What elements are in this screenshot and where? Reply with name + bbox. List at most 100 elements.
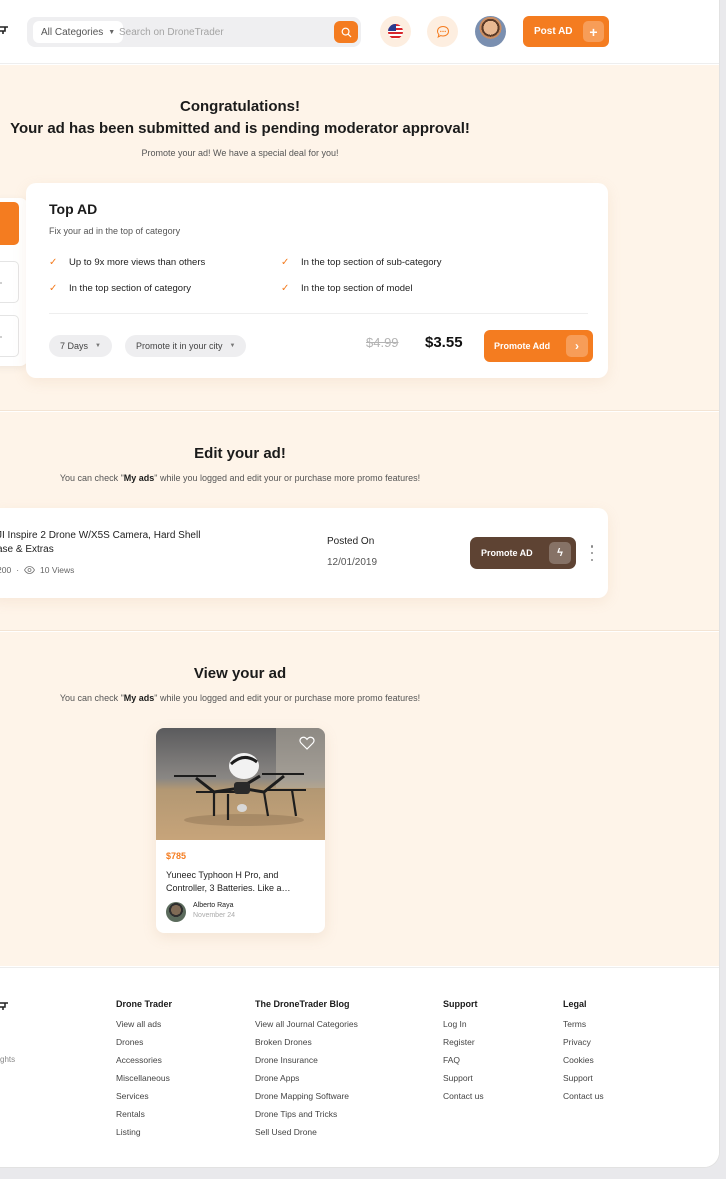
chat-button[interactable]: [427, 16, 458, 47]
footer-link[interactable]: Support: [563, 1073, 604, 1091]
seller-name: Alberto Raya: [193, 902, 234, 909]
us-flag-icon: [388, 24, 403, 39]
listing-card[interactable]: $785 Yuneec Typhoon H Pro, and Controlle…: [156, 728, 325, 933]
lightning-icon: ϟ: [549, 542, 571, 564]
feature-label: In the top section of model: [301, 283, 413, 294]
footer-link[interactable]: Miscellaneous: [116, 1073, 172, 1091]
ad-price: 200: [0, 565, 12, 575]
promo-option-top-ad[interactable]: [0, 202, 19, 245]
drone-logo-icon[interactable]: [0, 1001, 8, 1011]
promote-add-button[interactable]: Promote Add ›: [484, 330, 593, 362]
footer-link[interactable]: Services: [116, 1091, 172, 1109]
footer-link[interactable]: Listing: [116, 1127, 172, 1145]
footer-link[interactable]: Privacy: [563, 1037, 604, 1055]
footer-link[interactable]: Contact us: [563, 1091, 604, 1109]
search-bar: All Categories ▼: [27, 17, 361, 47]
footer-link[interactable]: Drone Insurance: [255, 1055, 358, 1073]
footer-link[interactable]: View all Journal Categories: [255, 1019, 358, 1037]
footer-column-blog: The DroneTrader Blog View all Journal Ca…: [255, 999, 358, 1145]
footer-link[interactable]: Terms: [563, 1019, 604, 1037]
feature-item: ✓ In the top section of category: [49, 283, 191, 294]
footer-link[interactable]: View all ads: [116, 1019, 172, 1037]
promo-option-2[interactable]: [0, 261, 19, 303]
congrats-title: Congratulations!: [180, 98, 300, 115]
listing-title: Yuneec Typhoon H Pro, and Controller, 3 …: [166, 870, 291, 893]
edit-ad-section: Edit your ad! You can check "My ads" whi…: [0, 412, 719, 631]
divider: [49, 313, 588, 314]
footer-link[interactable]: Contact us: [443, 1091, 484, 1109]
footer-column-support: Support Log In Register FAQ Support Cont…: [443, 999, 484, 1109]
listing-price: $785: [166, 851, 187, 861]
footer-link[interactable]: Rentals: [116, 1109, 172, 1127]
subtitle-text: You can check ": [59, 693, 124, 703]
ad-meta: 200 · 10 Views: [0, 565, 74, 575]
footer: ghts Drone Trader View all ads Drones Ac…: [0, 967, 719, 1167]
my-ads-link[interactable]: My ads: [124, 693, 155, 703]
footer-heading: Support: [443, 999, 478, 1009]
footer-link[interactable]: Register: [443, 1037, 484, 1055]
heart-icon[interactable]: [299, 736, 315, 750]
subtitle-text: You can check ": [59, 473, 124, 483]
footer-link[interactable]: Drone Mapping Software: [255, 1091, 358, 1109]
footer-link[interactable]: Cookies: [563, 1055, 604, 1073]
top-header: All Categories ▼ Post AD +: [0, 0, 719, 64]
drone-logo-icon[interactable]: [0, 24, 8, 36]
edit-title: Edit your ad!: [194, 445, 286, 462]
rights-text: ghts: [0, 1055, 16, 1064]
category-select[interactable]: All Categories ▼: [33, 21, 124, 43]
view-ad-section: View your ad You can check "My ads" whil…: [0, 632, 719, 966]
my-ads-link[interactable]: My ads: [124, 473, 155, 483]
new-price: $3.55: [425, 334, 463, 351]
promote-ad-button[interactable]: Promote AD ϟ: [470, 537, 576, 569]
subtitle-text: " while you logged and edit your or purc…: [154, 473, 421, 483]
chat-bubble-icon: [436, 25, 449, 38]
check-icon: ✓: [49, 257, 58, 268]
congrats-subtitle: Promote your ad! We have a special deal …: [141, 148, 339, 158]
footer-heading: The DroneTrader Blog: [255, 999, 350, 1009]
check-icon: ✓: [281, 283, 290, 294]
check-icon: ✓: [49, 283, 58, 294]
promo-option-3[interactable]: [0, 315, 19, 357]
page: All Categories ▼ Post AD +: [0, 0, 720, 1168]
search-button[interactable]: [334, 21, 358, 43]
subtitle-text: " while you logged and edit your or purc…: [154, 693, 421, 703]
search-input[interactable]: [119, 23, 319, 41]
feature-label: In the top section of category: [69, 283, 191, 294]
posted-on-label: Posted On: [327, 536, 375, 547]
location-value: Promote it in your city: [136, 341, 223, 351]
chevron-down-icon: ▼: [229, 343, 236, 349]
footer-link[interactable]: Support: [443, 1073, 484, 1091]
feature-item: ✓ In the top section of model: [281, 283, 412, 294]
footer-link[interactable]: Sell Used Drone: [255, 1127, 358, 1145]
feature-label: Up to 9x more views than others: [69, 257, 206, 268]
plus-icon: +: [583, 21, 604, 42]
view-title: View your ad: [193, 665, 287, 682]
ad-title[interactable]: JI Inspire 2 Drone W/X5S Camera, Hard Sh…: [0, 529, 237, 557]
duration-select[interactable]: 7 Days ▼: [49, 335, 112, 357]
footer-link[interactable]: Drones: [116, 1037, 172, 1055]
footer-link[interactable]: Drone Tips and Tricks: [255, 1109, 358, 1127]
check-icon: ✓: [281, 257, 290, 268]
chevron-down-icon: ▼: [95, 343, 101, 349]
separator-dot: ·: [16, 565, 20, 575]
ad-views: 10 Views: [40, 565, 75, 575]
post-ad-button[interactable]: Post AD +: [523, 16, 609, 47]
footer-column-drone-trader: Drone Trader View all ads Drones Accesso…: [116, 999, 172, 1145]
footer-link[interactable]: Broken Drones: [255, 1037, 358, 1055]
more-options-icon[interactable]: [588, 545, 596, 561]
location-select[interactable]: Promote it in your city ▼: [125, 335, 247, 357]
footer-column-legal: Legal Terms Privacy Cookies Support Cont…: [563, 999, 604, 1109]
footer-link[interactable]: Accessories: [116, 1055, 172, 1073]
post-ad-label: Post AD: [534, 26, 573, 37]
footer-heading: Drone Trader: [116, 999, 173, 1009]
language-button[interactable]: [380, 16, 411, 47]
footer-link[interactable]: Drone Apps: [255, 1073, 358, 1091]
drone-photo: [156, 728, 325, 840]
view-subtitle: You can check "My ads" while you logged …: [0, 693, 480, 703]
footer-link[interactable]: Log In: [443, 1019, 484, 1037]
category-select-label: All Categories: [41, 26, 104, 38]
footer-link[interactable]: FAQ: [443, 1055, 484, 1073]
user-avatar[interactable]: [475, 16, 506, 47]
feature-item: ✓ Up to 9x more views than others: [49, 257, 205, 268]
chevron-down-icon: ▼: [108, 28, 116, 36]
